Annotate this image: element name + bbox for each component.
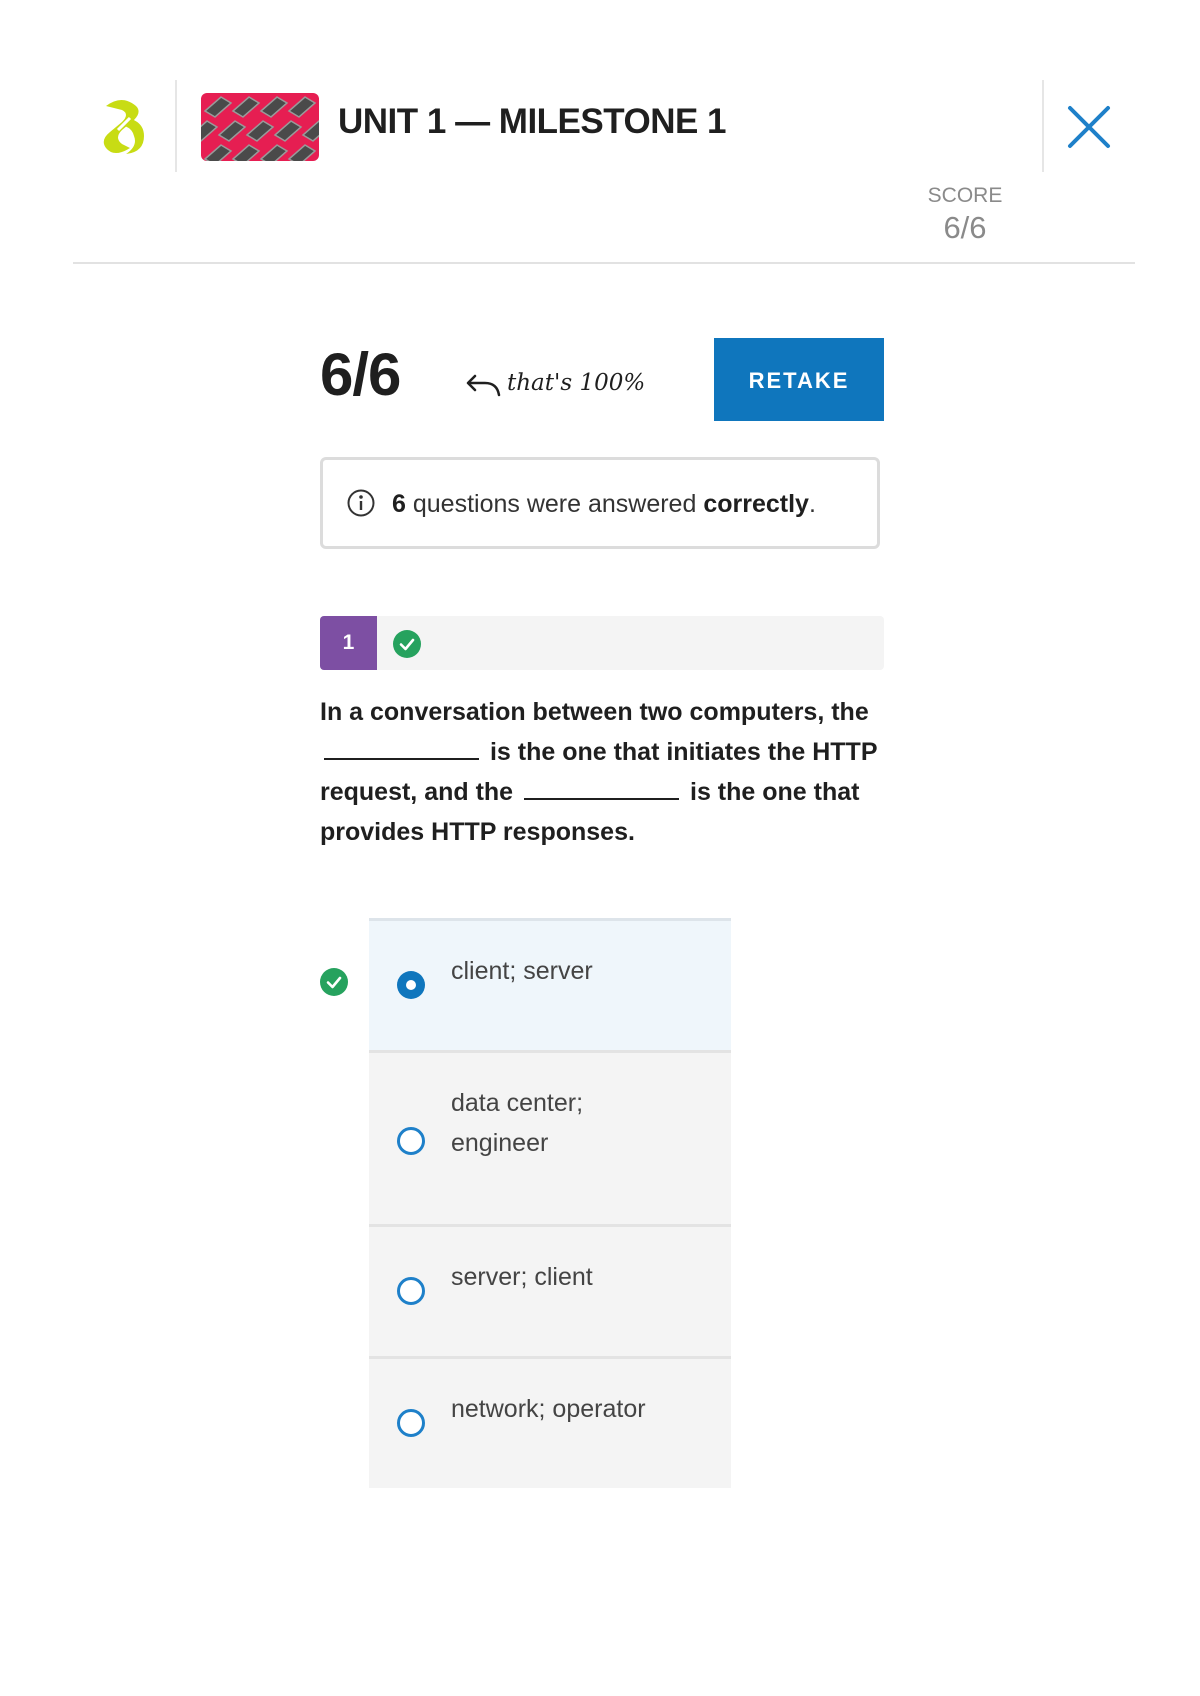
question-part-1: In a conversation between two computers,… (320, 698, 869, 726)
summary-emphasis: correctly (703, 490, 809, 518)
answer-option-label: client; server (451, 957, 593, 985)
check-circle-icon (393, 630, 421, 658)
header-divider-right (1042, 80, 1044, 172)
info-icon (346, 488, 376, 518)
radio-icon[interactable] (397, 1277, 425, 1305)
answer-option-4[interactable]: network; operator (369, 1356, 731, 1488)
correct-answer-check-icon (320, 968, 348, 996)
curved-arrow-icon (463, 373, 503, 401)
brand-logo-icon (100, 96, 150, 160)
result-score: 6/6 (320, 341, 401, 408)
retake-button[interactable]: RETAKE (714, 338, 884, 421)
header-divider (73, 262, 1135, 264)
score-label: SCORE (927, 184, 1003, 207)
radio-icon[interactable] (397, 1127, 425, 1155)
question-text: In a conversation between two computers,… (320, 692, 880, 852)
radio-icon[interactable] (397, 1409, 425, 1437)
summary-period: . (808, 490, 816, 518)
answer-option-label: network; operator (451, 1395, 646, 1423)
answer-blank-2 (524, 772, 680, 800)
header-divider-left (175, 80, 177, 172)
summary-text: questions were answered (412, 490, 697, 518)
score-note: that's 100% (507, 370, 646, 396)
answer-option-1[interactable]: client; server (369, 918, 731, 1050)
question-number-badge: 1 (320, 616, 377, 670)
result-summary-text: 6 questions were answered correctly. (392, 490, 816, 519)
answer-option-label: data center; engineer (451, 1089, 584, 1157)
close-icon[interactable] (1066, 104, 1112, 150)
correct-count: 6 (392, 490, 406, 518)
answer-option-label: server; client (451, 1263, 593, 1291)
unit-thumbnail (201, 93, 319, 161)
radio-selected-icon[interactable] (397, 971, 425, 999)
score-value: 6/6 (943, 210, 987, 245)
answer-blank-1 (324, 732, 479, 760)
answer-option-3[interactable]: server; client (369, 1224, 731, 1356)
answer-option-2[interactable]: data center; engineer (369, 1050, 731, 1224)
unit-title: UNIT 1 — MILESTONE 1 (338, 102, 727, 141)
